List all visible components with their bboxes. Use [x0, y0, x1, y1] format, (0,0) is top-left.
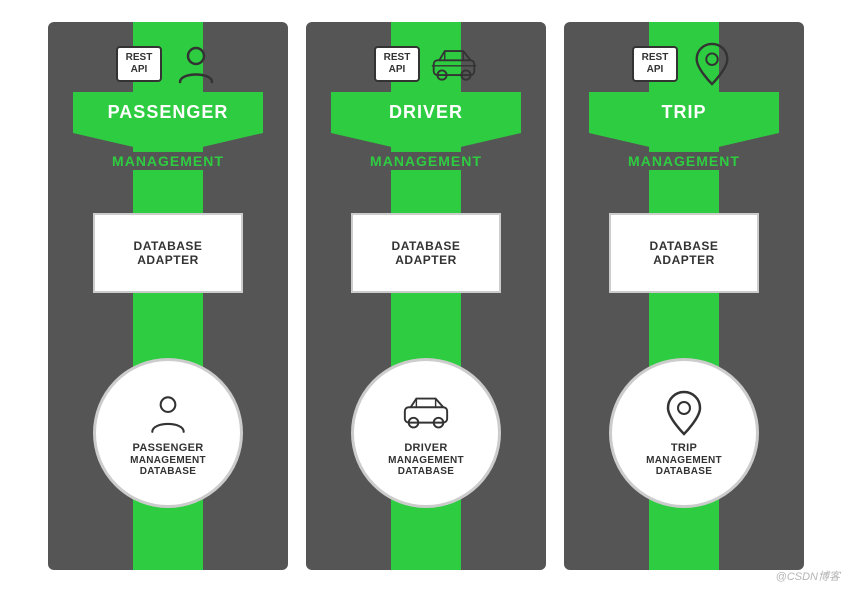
passenger-api-row: RESTAPI — [116, 40, 221, 88]
driver-top-icon — [430, 40, 478, 88]
driver-bottom-line1: DRIVER — [404, 442, 447, 455]
driver-rest-api-badge: RESTAPI — [374, 46, 421, 82]
trip-bottom-line1: TRIP — [671, 442, 697, 455]
passenger-column: RESTAPI PASSENGER MANAGEMENT — [48, 22, 288, 570]
trip-sub-title: MANAGEMENT — [616, 152, 752, 170]
driver-db-line2: ADAPTER — [395, 253, 457, 267]
trip-rest-api-badge: RESTAPI — [632, 46, 679, 82]
driver-sub-title: MANAGEMENT — [358, 152, 494, 170]
trip-db-line2: ADAPTER — [653, 253, 715, 267]
trip-bottom-circle: TRIP MANAGEMENT DATABASE — [609, 358, 759, 508]
driver-column: RESTAPI DRIVER — [306, 22, 546, 570]
trip-api-row: RESTAPI — [632, 40, 737, 88]
watermark: @CSDN博客 — [776, 568, 840, 584]
passenger-db-adapter: DATABASE ADAPTER — [93, 213, 243, 293]
passenger-main-title: PASSENGER — [108, 102, 229, 123]
trip-middle: DATABASE ADAPTER TRIP MANAGEMENT DATABAS… — [564, 171, 804, 570]
passenger-bottom-icon — [143, 388, 193, 438]
passenger-sub-title: MANAGEMENT — [100, 152, 236, 170]
trip-top-icon — [688, 40, 736, 88]
trip-bottom-line2: MANAGEMENT — [646, 455, 722, 466]
trip-column: RESTAPI TRIP MANAGEMENT — [564, 22, 804, 570]
passenger-title-area: PASSENGER MANAGEMENT — [73, 92, 263, 171]
trip-bottom-line3: DATABASE — [656, 466, 712, 477]
main-container: RESTAPI PASSENGER MANAGEMENT — [0, 0, 852, 592]
passenger-top-icon — [172, 40, 220, 88]
passenger-green-chevron: PASSENGER — [73, 92, 263, 155]
driver-main-title: DRIVER — [389, 102, 463, 123]
driver-bottom-circle: DRIVER MANAGEMENT DATABASE — [351, 358, 501, 508]
driver-db-line1: DATABASE — [392, 239, 461, 253]
driver-bottom-line2: MANAGEMENT — [388, 455, 464, 466]
driver-green-chevron: DRIVER — [331, 92, 521, 155]
passenger-rest-api-badge: RESTAPI — [116, 46, 163, 82]
driver-middle: DATABASE ADAPTER DRIVER MANAGEMENT — [306, 171, 546, 570]
passenger-middle: DATABASE ADAPTER PASSENGER MANAGEMENT DA… — [48, 171, 288, 570]
trip-bottom-icon — [659, 388, 709, 438]
passenger-top-section: RESTAPI PASSENGER MANAGEMENT — [48, 22, 288, 171]
passenger-bottom-line2: MANAGEMENT — [130, 455, 206, 466]
trip-db-adapter: DATABASE ADAPTER — [609, 213, 759, 293]
driver-bottom-line3: DATABASE — [398, 466, 454, 477]
trip-db-line1: DATABASE — [650, 239, 719, 253]
trip-main-title: TRIP — [661, 102, 706, 123]
passenger-db-line2: ADAPTER — [137, 253, 199, 267]
trip-top-section: RESTAPI TRIP MANAGEMENT — [564, 22, 804, 171]
driver-bottom-icon — [401, 388, 451, 438]
passenger-bottom-line3: DATABASE — [140, 466, 196, 477]
driver-api-row: RESTAPI — [374, 40, 479, 88]
driver-top-section: RESTAPI DRIVER — [306, 22, 546, 171]
trip-title-area: TRIP MANAGEMENT — [589, 92, 779, 171]
passenger-bottom-circle: PASSENGER MANAGEMENT DATABASE — [93, 358, 243, 508]
driver-title-area: DRIVER MANAGEMENT — [331, 92, 521, 171]
driver-db-adapter: DATABASE ADAPTER — [351, 213, 501, 293]
passenger-db-line1: DATABASE — [134, 239, 203, 253]
passenger-bottom-line1: PASSENGER — [133, 442, 204, 455]
trip-green-chevron: TRIP — [589, 92, 779, 155]
